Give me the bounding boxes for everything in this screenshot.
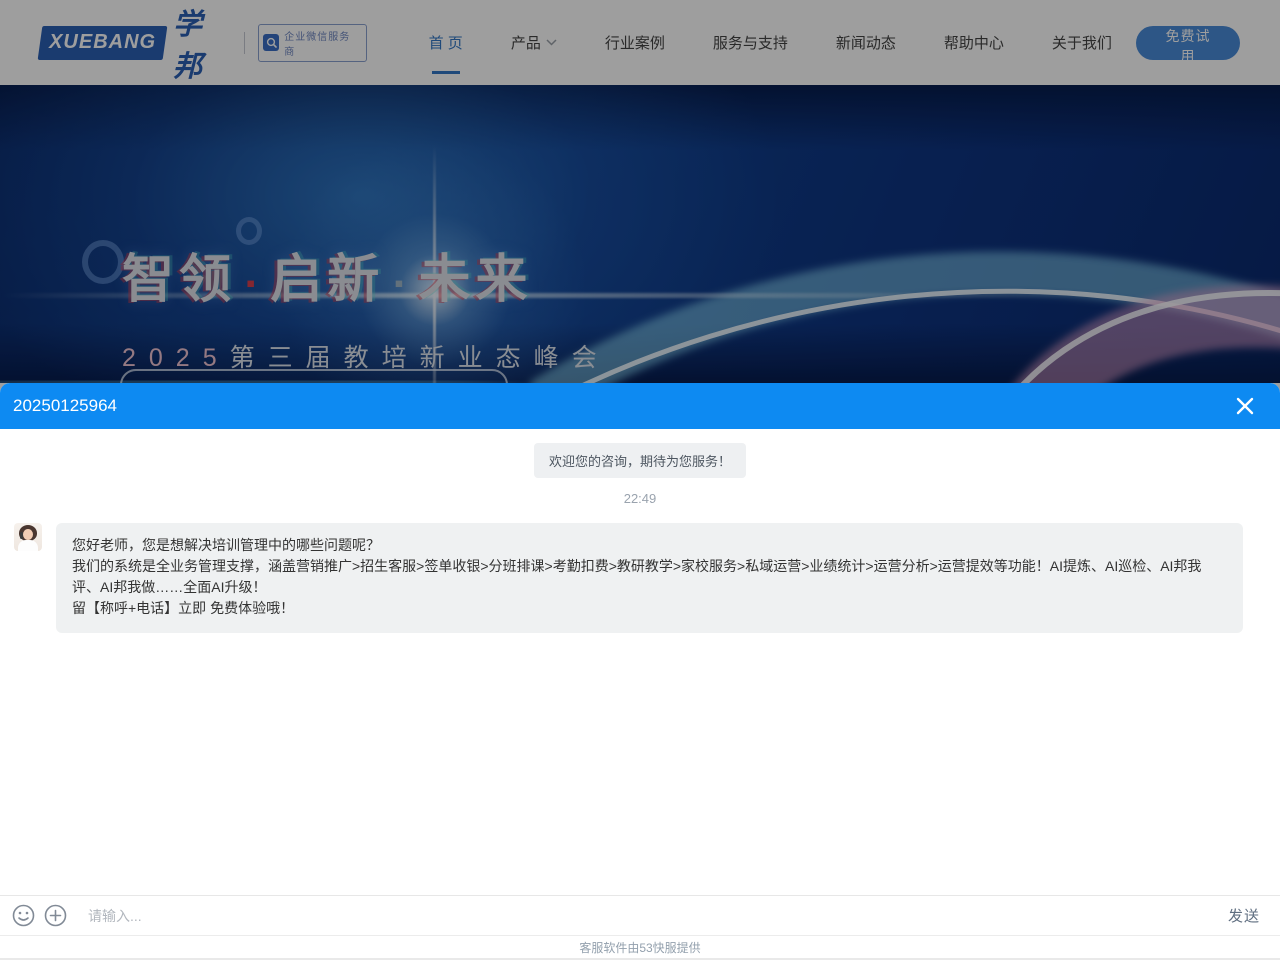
chat-header: 20250125964 [0,383,1280,429]
agent-message-bubble: 您好老师，您是想解决培训管理中的哪些问题呢？ 我们的系统是全业务管理支撑，涵盖营… [56,523,1243,633]
chat-message-area: 欢迎您的咨询，期待为您服务！ 22:49 您好老师，您是想解决培训管理中的哪些问… [0,429,1280,895]
chat-footer: 客服软件由53快服提供 [0,935,1280,960]
close-icon[interactable] [1232,393,1258,419]
agent-avatar [14,523,42,551]
chat-input-bar: 发送 [0,895,1280,935]
welcome-notice: 欢迎您的咨询，期待为您服务！ [534,443,746,478]
chat-message-input[interactable] [88,908,1228,924]
message-timestamp: 22:49 [0,491,1280,506]
provider-note: 客服软件由53快服提供 [579,939,700,956]
attach-plus-icon[interactable] [44,904,67,927]
emoji-icon[interactable] [12,904,35,927]
send-button[interactable]: 发送 [1228,905,1260,926]
chat-panel: 20250125964 欢迎您的咨询，期待为您服务！ 22:49 您好老师，您是… [0,383,1280,960]
agent-message-row: 您好老师，您是想解决培训管理中的哪些问题呢？ 我们的系统是全业务管理支撑，涵盖营… [14,523,1243,633]
chat-window-title: 20250125964 [13,396,117,416]
